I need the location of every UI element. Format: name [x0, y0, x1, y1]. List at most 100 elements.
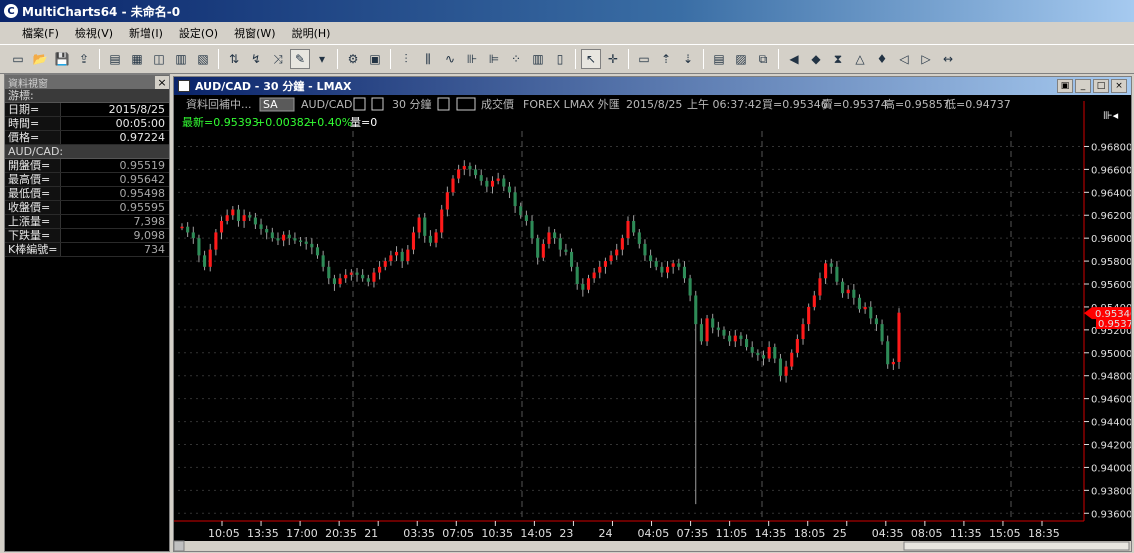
- candle-body: [880, 324, 884, 342]
- format-icon[interactable]: ▣: [365, 49, 385, 69]
- export-icon[interactable]: ⇪: [74, 49, 94, 69]
- hlc-icon[interactable]: ⊫: [484, 49, 504, 69]
- data-window-titlebar: 資料視窗 ×: [5, 75, 169, 90]
- x-tick-label: 11:35: [950, 527, 982, 540]
- quote-type: 成交價: [481, 97, 514, 111]
- scroll-right-icon: ⊪◂: [1103, 109, 1119, 122]
- cursor-section-label: 游標:: [5, 89, 169, 103]
- candle-body: [327, 266, 331, 279]
- comment-icon[interactable]: ▭: [634, 49, 654, 69]
- arrow-right-icon[interactable]: ▷: [916, 49, 936, 69]
- candle-body: [191, 232, 195, 239]
- close-icon[interactable]: ×: [1111, 79, 1127, 93]
- menu-item-3[interactable]: 設定(O): [171, 25, 226, 41]
- y-tick-label: 0.96000: [1091, 234, 1131, 245]
- play-step-icon[interactable]: ◆: [806, 49, 826, 69]
- open-icon[interactable]: 📂: [30, 49, 50, 69]
- pen-icon[interactable]: ✎: [290, 49, 310, 69]
- symbol-label: AUD/CAD: [301, 98, 352, 111]
- candle-body: [293, 238, 297, 241]
- minimize-icon[interactable]: _: [1075, 79, 1091, 93]
- scroll-left-button: [174, 540, 185, 551]
- candle-body: [773, 347, 777, 359]
- crosshair-icon[interactable]: ✛: [603, 49, 623, 69]
- high-price: 高=0.95857: [884, 97, 950, 111]
- candle-body: [287, 234, 291, 239]
- screenshot-icon[interactable]: ⧉: [753, 49, 773, 69]
- cursor-icon[interactable]: ↖: [581, 49, 601, 69]
- scale-up-icon[interactable]: ⇡: [656, 49, 676, 69]
- arrow-lr-icon[interactable]: ↔: [938, 49, 958, 69]
- ohlc-icon[interactable]: ⊪: [462, 49, 482, 69]
- close-icon[interactable]: ×: [155, 75, 169, 89]
- candle-body: [671, 263, 675, 267]
- menu-item-0[interactable]: 檔案(F): [14, 25, 67, 41]
- candle-body: [575, 266, 579, 285]
- x-tick-label: 14:35: [755, 527, 787, 540]
- chart-image-icon[interactable]: ▨: [731, 49, 751, 69]
- save-icon[interactable]: 💾: [52, 49, 72, 69]
- candle-body: [457, 169, 461, 179]
- candle-body: [790, 352, 794, 367]
- candle-body: [366, 278, 370, 282]
- candle-body: [699, 324, 703, 342]
- candle-body: [767, 347, 771, 359]
- data-row-value: 00:05:00: [115, 117, 165, 130]
- price-change: +0.00382: [256, 116, 311, 129]
- candle-body: [490, 180, 495, 187]
- insert-signal-icon[interactable]: ⤨: [268, 49, 288, 69]
- candle-body: [485, 180, 489, 187]
- restore-icon[interactable]: ▣: [1057, 79, 1073, 93]
- strategy-icon[interactable]: ⚙: [343, 49, 363, 69]
- quote-dropdown: [437, 97, 450, 111]
- data-row: 日期= 2015/8/25: [5, 103, 169, 117]
- line-icon[interactable]: ∿: [440, 49, 460, 69]
- bar-icon[interactable]: ⫶: [396, 49, 416, 69]
- price-chart[interactable]: 資料回補中... SA AUD/CAD 30 分鐘 成交價 FOREX LMAX 外匯 20…: [174, 95, 1131, 551]
- menu-item-5[interactable]: 說明(H): [284, 25, 339, 41]
- insert-drawing-icon[interactable]: ↯: [246, 49, 266, 69]
- histogram-icon[interactable]: ▥: [528, 49, 548, 69]
- candle-icon[interactable]: ⫼: [418, 49, 438, 69]
- candle-hollow-icon[interactable]: ▯: [550, 49, 570, 69]
- toolbar-separator: [218, 49, 219, 69]
- chart-cascade-icon[interactable]: ◫: [149, 49, 169, 69]
- menu-item-2[interactable]: 新增(I): [121, 25, 171, 41]
- chart-icon[interactable]: ▤: [105, 49, 125, 69]
- zoom-icon[interactable]: ⧗: [828, 49, 848, 69]
- candle-body: [564, 249, 568, 252]
- menu-item-4[interactable]: 視窗(W): [226, 25, 283, 41]
- candle-body: [660, 266, 664, 273]
- sa-badge: SA: [263, 98, 278, 111]
- candle-body: [394, 251, 399, 256]
- insert-study-icon[interactable]: ⇅: [224, 49, 244, 69]
- candle-body: [299, 240, 303, 242]
- menu-bar: 檔案(F) 檢視(V) 新增(I) 設定(O) 視窗(W) 說明(H): [0, 22, 1134, 44]
- data-window-icon[interactable]: ▤: [709, 49, 729, 69]
- candle-body: [378, 266, 382, 273]
- x-tick-label: 24: [598, 527, 612, 540]
- chart-grid-icon[interactable]: ▥: [171, 49, 191, 69]
- play-back-icon[interactable]: ◀: [784, 49, 804, 69]
- candle-body: [248, 215, 252, 218]
- chart-tile-icon[interactable]: ▦: [127, 49, 147, 69]
- candle-body: [219, 220, 224, 233]
- chart-list-icon[interactable]: ▧: [193, 49, 213, 69]
- dropdown-icon[interactable]: ▾: [312, 49, 332, 69]
- triangle-icon[interactable]: △: [850, 49, 870, 69]
- candle-body: [423, 217, 427, 236]
- x-tick-label: 21: [364, 527, 378, 540]
- x-tick-label: 10:05: [208, 527, 240, 540]
- candle-body: [530, 220, 534, 239]
- y-tick-label: 0.94000: [1091, 463, 1131, 474]
- arrow-left-icon[interactable]: ◁: [894, 49, 914, 69]
- new-icon[interactable]: ▭: [8, 49, 28, 69]
- bell-icon[interactable]: ♦: [872, 49, 892, 69]
- point-icon[interactable]: ⁘: [506, 49, 526, 69]
- menu-item-1[interactable]: 檢視(V): [67, 25, 121, 41]
- candle-body: [649, 255, 653, 262]
- maximize-icon[interactable]: □: [1093, 79, 1109, 93]
- candle-body: [654, 261, 658, 267]
- x-tick-label: 15:05: [989, 527, 1021, 540]
- scale-down-icon[interactable]: ⇣: [678, 49, 698, 69]
